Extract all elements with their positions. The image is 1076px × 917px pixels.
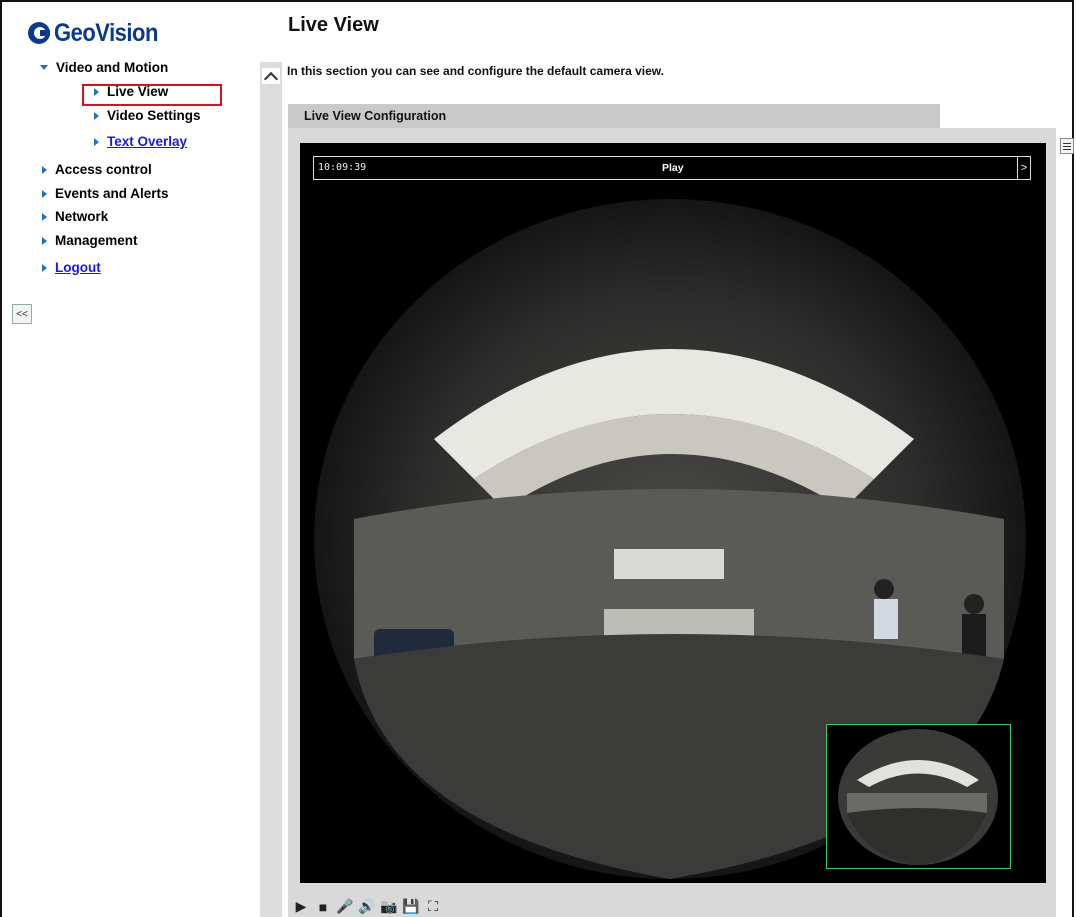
play-status: Play: [662, 162, 684, 174]
section-header: Live View Configuration: [288, 104, 940, 128]
arrow-icon: [42, 236, 47, 245]
arrow-icon: [42, 189, 47, 198]
nav-logout[interactable]: Logout: [42, 260, 101, 275]
nav-label: Video Settings: [107, 108, 201, 123]
next-arrow-icon[interactable]: >: [1017, 157, 1030, 179]
live-video[interactable]: 10:09:39 Play >: [300, 143, 1046, 883]
menu-icon[interactable]: [1060, 138, 1074, 154]
microphone-icon[interactable]: 🎤: [336, 898, 354, 916]
pip-thumbnail[interactable]: [826, 724, 1011, 869]
geovision-logo-icon: [28, 22, 50, 44]
nav-video-and-motion[interactable]: Video and Motion: [40, 60, 168, 75]
divider: [260, 2, 262, 62]
arrow-icon: [42, 165, 47, 174]
nav-label: Live View: [107, 84, 169, 99]
nav-label: Access control: [55, 162, 152, 177]
section-title: Live View Configuration: [304, 109, 447, 123]
video-status-bar: 10:09:39 Play >: [313, 156, 1031, 180]
nav-management[interactable]: Management: [42, 233, 138, 248]
logo-text: GeoVision: [54, 18, 158, 47]
arrow-icon: [42, 212, 47, 221]
fullscreen-icon[interactable]: ⛶: [424, 898, 442, 916]
nav-label: Management: [55, 233, 138, 248]
arrow-icon: [94, 137, 99, 146]
nav-label[interactable]: Text Overlay: [107, 134, 187, 149]
scroll-up-icon[interactable]: [262, 68, 280, 84]
playback-toolbar: ▶ ■ 🎤 🔊 📷 💾 ⛶: [288, 896, 1056, 917]
snapshot-icon[interactable]: 📷: [380, 898, 398, 916]
nav-label[interactable]: Logout: [55, 260, 101, 275]
expanded-arrow-icon: [40, 65, 48, 70]
arrow-icon: [94, 111, 99, 120]
nav-label: Network: [55, 209, 109, 224]
page-description: In this section you can see and configur…: [287, 64, 664, 78]
stop-icon[interactable]: ■: [314, 898, 332, 916]
nav-events-and-alerts[interactable]: Events and Alerts: [42, 186, 169, 201]
pip-fisheye-image: [838, 729, 998, 865]
nav-label: Events and Alerts: [55, 186, 169, 201]
speaker-icon[interactable]: 🔊: [358, 898, 376, 916]
collapse-sidebar-button[interactable]: <<: [12, 304, 32, 324]
video-timestamp: 10:09:39: [318, 162, 367, 173]
nav-text-overlay[interactable]: Text Overlay: [94, 134, 187, 149]
nav-video-settings[interactable]: Video Settings: [94, 108, 201, 123]
geovision-logo: GeoVision: [28, 18, 158, 47]
nav-access-control[interactable]: Access control: [42, 162, 152, 177]
page-title: Live View: [288, 14, 379, 36]
nav-live-view[interactable]: Live View: [94, 84, 168, 99]
nav-network[interactable]: Network: [42, 209, 108, 224]
record-icon[interactable]: 💾: [402, 898, 420, 916]
arrow-icon: [42, 263, 47, 272]
sidebar-scrollbar[interactable]: [260, 62, 282, 917]
arrow-icon: [94, 87, 99, 96]
nav-label: Video and Motion: [56, 60, 169, 75]
play-icon[interactable]: ▶: [292, 898, 310, 916]
sidebar: GeoVision Video and Motion Live View Vid…: [2, 2, 260, 917]
